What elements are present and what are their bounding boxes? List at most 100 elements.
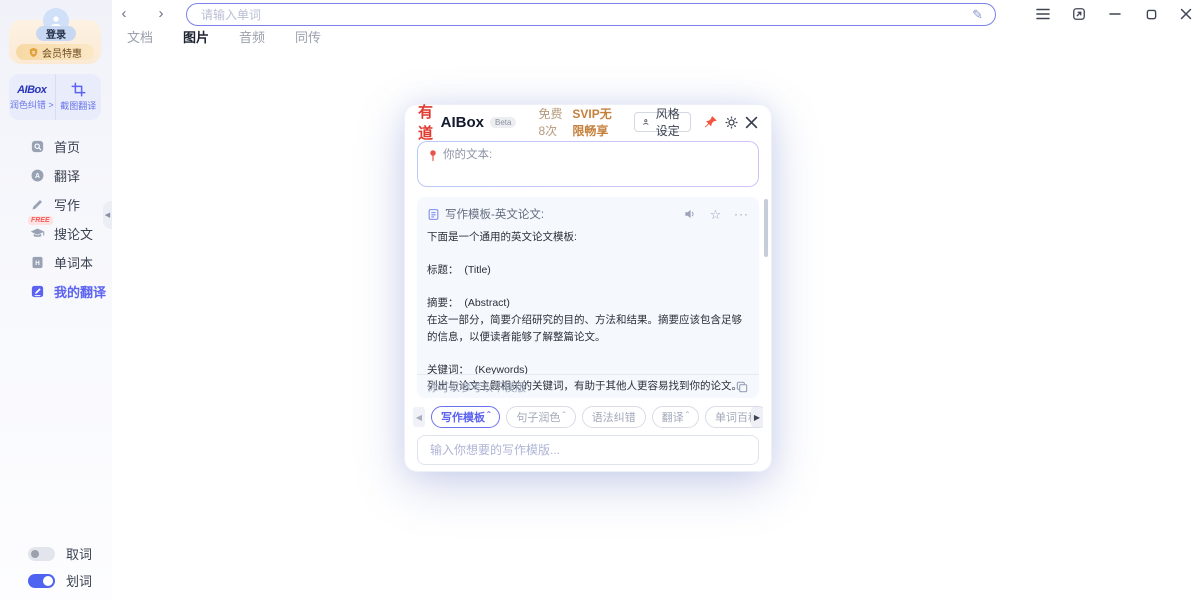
forward-button[interactable]: › (150, 2, 172, 24)
close-dialog-button[interactable] (745, 113, 758, 131)
result-footer: 你可以参考以下模版 (417, 374, 759, 398)
style-settings-button[interactable]: 风格设定 (634, 112, 691, 132)
aibox-dialog: 有道 AIBox Beta 免费8次 SVIP无限畅享 风格设定 (405, 105, 771, 471)
sidebar-item-label: 写作 (54, 195, 80, 214)
word-capture-row: 取词 (28, 544, 92, 563)
collapse-arrow-icon: ◀ (105, 211, 110, 219)
search-input[interactable] (199, 7, 964, 23)
translate-icon: A (30, 168, 45, 183)
wordbook-icon: H (30, 255, 45, 270)
screenshot-translate-label: 截图翻译 (60, 99, 96, 112)
maximize-icon (1146, 9, 1157, 20)
aibox-polish-label: 润色纠错 > (10, 98, 54, 111)
sidebar-item-home[interactable]: 首页 (0, 132, 112, 161)
word-capture-label: 取词 (66, 544, 92, 563)
result-line (427, 279, 749, 296)
mini-mode-button[interactable] (1068, 4, 1090, 24)
pen-icon (30, 197, 45, 212)
tool-chips-row: ◀ 写作模板 句子润色 语法纠错 翻译 单词百科 论文去 ▶ (413, 406, 763, 428)
media-tabs: 文档 图片 音频 同传 (112, 26, 336, 50)
vip-shield-icon: S (28, 47, 39, 58)
vip-offer-button[interactable]: S 会员特惠 (16, 44, 94, 60)
aibox-polish-shortcut[interactable]: AIBox 润色纠错 > (9, 74, 55, 120)
word-capture-toggle[interactable] (28, 547, 55, 561)
svg-text:S: S (32, 49, 35, 54)
favorite-star-button[interactable]: ☆ (708, 207, 723, 222)
svip-upgrade-link[interactable]: SVIP无限畅享 (572, 105, 621, 139)
close-icon (745, 116, 758, 129)
sidebar-item-wordbook[interactable]: H 单词本 (0, 248, 112, 277)
person-icon (642, 116, 650, 128)
back-button[interactable]: ‹ (113, 2, 135, 24)
prompt-input-box (417, 435, 759, 465)
chip-writing-template[interactable]: 写作模板 (431, 406, 500, 428)
free-badge: FREE (28, 216, 53, 225)
red-pin-icon (427, 149, 439, 162)
minimize-button[interactable] (1104, 4, 1126, 24)
mini-mode-icon (1072, 7, 1086, 21)
tab-simultaneous[interactable]: 同传 (280, 26, 336, 50)
sidebar-item-my-translations[interactable]: 我的翻译 (0, 277, 112, 306)
login-button[interactable]: 登录 (36, 26, 76, 41)
sidebar-item-writing[interactable]: 写作 (0, 190, 112, 219)
template-doc-icon (427, 208, 440, 221)
result-line: 在这一部分，简要介绍研究的目的、方法和结果。摘要应该包含足够的信息，以便读者能够… (427, 312, 749, 345)
pin-window-button[interactable] (703, 113, 718, 131)
svg-text:A: A (35, 173, 40, 180)
chip-sentence-polish[interactable]: 句子润色 (506, 406, 575, 428)
source-text-input[interactable]: 你的文本: (417, 141, 759, 187)
aibox-dialog-header: 有道 AIBox Beta 免费8次 SVIP无限畅享 风格设定 (405, 105, 771, 139)
sidebar-item-paper-search[interactable]: FREE 搜论文 (0, 219, 112, 248)
close-window-button[interactable] (1175, 4, 1197, 24)
hamburger-menu-icon (1036, 8, 1050, 20)
word-select-toggle[interactable] (28, 574, 55, 588)
dialog-scrollbar[interactable] (764, 199, 768, 257)
handwriting-pencil-icon[interactable]: ✎ (972, 7, 983, 23)
chips-scroll-right-button[interactable]: ▶ (751, 407, 763, 427)
minimize-icon (1109, 8, 1121, 20)
tab-audio[interactable]: 音频 (224, 26, 280, 50)
chip-translate[interactable]: 翻译 (652, 406, 699, 428)
sidebar-menu: 首页 A 翻译 写作 FREE (0, 132, 112, 306)
my-translations-icon (30, 284, 45, 299)
result-text: 下面是一个通用的英文论文模板: 标题： (Title) 摘要： (Abstrac… (417, 227, 759, 395)
free-quota-label: 免费8次 (538, 105, 566, 139)
screenshot-translate-shortcut[interactable]: 截图翻译 (55, 74, 102, 120)
style-settings-label: 风格设定 (652, 105, 683, 139)
graduation-cap-icon (30, 226, 45, 241)
result-card: 写作模板-英文论文: ☆ ··· 下面是一个通用的英文论文模板: 标题： (Ti… (417, 197, 759, 398)
more-options-button[interactable]: ··· (734, 207, 749, 222)
result-line (427, 246, 749, 263)
app-window: 登录 S 会员特惠 AIBox 润色纠错 > 截图翻译 (0, 0, 1200, 600)
sidebar-item-label: 翻译 (54, 166, 80, 185)
close-icon (1180, 8, 1192, 20)
youdao-logo: 有道 (418, 101, 438, 143)
tab-documents[interactable]: 文档 (112, 26, 168, 50)
sidebar-collapse-handle[interactable]: ◀ (103, 201, 112, 229)
app-menu-button[interactable] (1032, 4, 1054, 24)
chip-grammar-check[interactable]: 语法纠错 (582, 406, 646, 428)
copy-icon[interactable] (735, 380, 749, 394)
aibox-title: AIBox (441, 114, 484, 131)
aibox-logo: AIBox (17, 84, 46, 96)
result-header: 写作模板-英文论文: ☆ ··· (417, 197, 759, 227)
sidebar-item-translate[interactable]: A 翻译 (0, 161, 112, 190)
prompt-input[interactable] (428, 442, 748, 458)
settings-button[interactable] (724, 113, 739, 131)
speaker-icon (683, 207, 697, 221)
tab-images[interactable]: 图片 (168, 26, 224, 50)
search-bar: ✎ (186, 3, 996, 26)
result-line: 下面是一个通用的英文论文模板: (427, 229, 749, 246)
vip-offer-label: 会员特惠 (42, 45, 82, 60)
maximize-button[interactable] (1140, 4, 1162, 24)
source-text-label: 你的文本: (443, 149, 492, 162)
sidebar-item-label: 单词本 (54, 253, 93, 272)
sidebar-item-label: 搜论文 (54, 224, 93, 243)
read-aloud-button[interactable] (682, 207, 697, 222)
result-title: 写作模板-英文论文: (445, 206, 671, 222)
chips-scroll-left-button[interactable]: ◀ (413, 407, 425, 427)
beta-badge: Beta (490, 117, 516, 128)
word-select-row: 划词 (28, 571, 92, 590)
pushpin-icon (703, 115, 718, 130)
sidebar-item-label: 首页 (54, 137, 80, 156)
